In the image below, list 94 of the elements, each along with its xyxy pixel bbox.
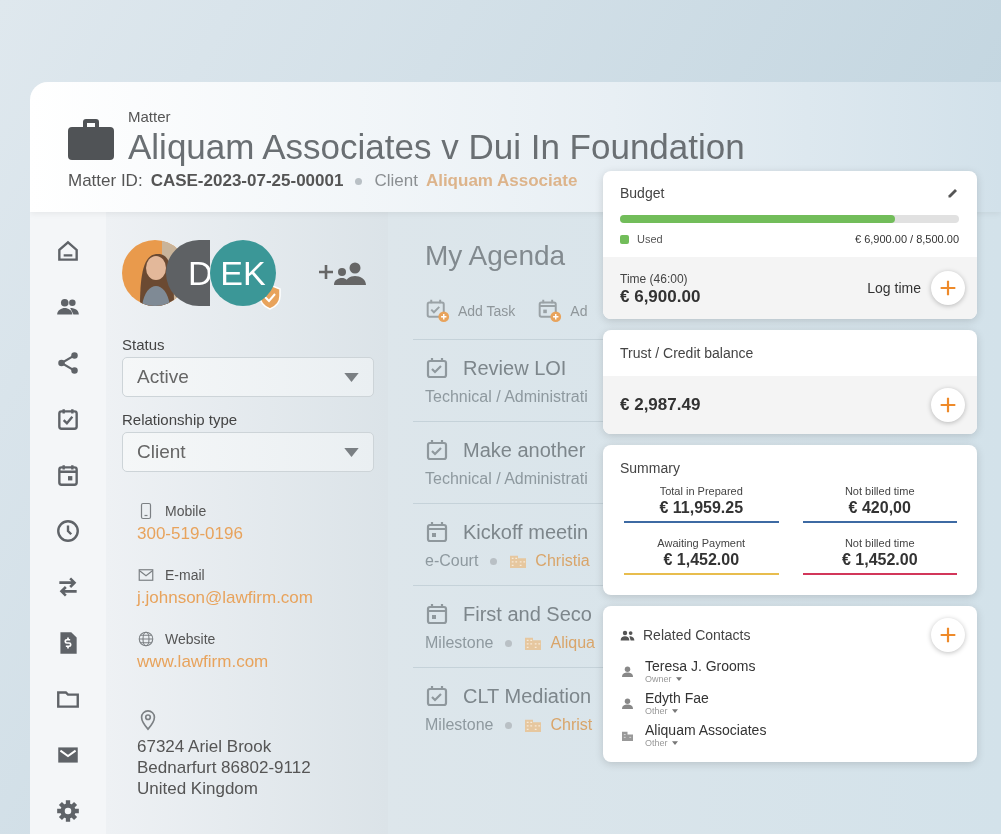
add-event-icon	[537, 298, 563, 323]
dropdown[interactable]: Client	[122, 432, 374, 472]
card-title: Summary	[620, 460, 680, 476]
client-link[interactable]: Aliquam Associate	[425, 171, 578, 191]
separator-dot	[505, 639, 513, 647]
task-icon[interactable]	[55, 406, 81, 432]
caret-icon	[344, 372, 359, 382]
briefcase-icon	[68, 118, 114, 160]
add-button[interactable]	[931, 388, 965, 422]
dropdown[interactable]: Active	[122, 357, 374, 397]
add-contact-icon[interactable]	[319, 260, 367, 286]
matter-id: CASE-2023-07-25-00001	[150, 171, 344, 191]
address-line: 67324 Ariel Brook	[137, 736, 272, 757]
contact-link[interactable]: j.johnson@lawfirm.com	[137, 588, 313, 608]
address-line: United Kingdom	[137, 778, 258, 799]
person-icon	[622, 665, 633, 677]
agenda-category: e-Court	[425, 552, 479, 570]
settings-icon[interactable]	[55, 798, 81, 824]
field-label: Relationship type	[122, 411, 239, 428]
agenda-category: Technical / Administrati	[425, 388, 588, 406]
agenda-item-title[interactable]: CLT Mediation	[463, 684, 592, 708]
time-label: Time (46:00)	[620, 272, 688, 286]
matter-title: Aliquam Associates v Dui In Foundation	[128, 127, 745, 167]
card-title: Related Contacts	[643, 627, 751, 643]
contact-name[interactable]: Teresa J. Grooms	[645, 658, 756, 674]
contact-label: E-mail	[165, 567, 205, 583]
caret-icon	[675, 677, 682, 681]
separator-dot	[490, 557, 498, 565]
contact-label: Website	[165, 631, 216, 647]
role-dropdown[interactable]: Other	[645, 738, 767, 748]
legend-label: Used	[637, 233, 663, 245]
client-label: Client	[374, 171, 418, 191]
building-icon	[524, 717, 543, 733]
log-time-label: Log time	[867, 280, 921, 296]
time-value: € 6,900.00	[620, 287, 701, 307]
globe-icon	[137, 630, 155, 648]
agenda-category: Milestone	[425, 634, 494, 652]
contact-name[interactable]: Edyth Fae	[645, 690, 709, 706]
building-icon	[524, 635, 543, 651]
mail-icon	[137, 566, 155, 584]
add-event-icon	[425, 520, 449, 544]
organization-link[interactable]: Christ	[550, 716, 593, 734]
agenda-item-title[interactable]: Make another	[463, 438, 586, 462]
add-button[interactable]	[931, 271, 965, 305]
summary-stat: Awaiting Payment € 1,452.00	[624, 537, 779, 575]
matter-id-label: Matter ID:	[68, 171, 143, 191]
avatar[interactable]: EK	[210, 240, 276, 306]
summary-stat: Not billed time € 420,00	[802, 485, 957, 523]
person-icon	[622, 697, 633, 709]
legend-swatch	[620, 234, 629, 244]
add-task-icon	[425, 356, 449, 380]
role-dropdown[interactable]: Owner	[645, 674, 756, 684]
caret-icon	[671, 741, 678, 745]
caret-icon	[671, 709, 678, 713]
agenda-item-title[interactable]: Review LOI	[463, 356, 567, 380]
edit-icon[interactable]	[947, 187, 959, 199]
add-task-icon	[425, 684, 449, 708]
add-action-button[interactable]: Add Task	[425, 298, 516, 323]
contact-link[interactable]: 300-519-0196	[137, 524, 243, 544]
home-icon[interactable]	[55, 238, 81, 264]
organization-link[interactable]: Christia	[535, 552, 590, 570]
caret-icon	[344, 447, 359, 457]
agenda-category: Milestone	[425, 716, 494, 734]
organization-link[interactable]: Aliqua	[550, 634, 595, 652]
building-icon	[622, 729, 633, 741]
add-action-button[interactable]: Ad	[537, 298, 588, 323]
agenda-item-title[interactable]: First and Seco	[463, 602, 592, 626]
agenda-category: Technical / Administrati	[425, 470, 588, 488]
add-task-icon	[425, 438, 449, 462]
summary-stat: Total in Prepared € 11,959.25	[624, 485, 779, 523]
contact-name[interactable]: Aliquam Associates	[645, 722, 767, 738]
share-icon[interactable]	[55, 350, 81, 376]
add-button[interactable]	[931, 618, 965, 652]
budget-amount: € 6,900.00 / 8,500.00	[855, 233, 959, 245]
separator-dot	[355, 177, 363, 185]
card-title: Trust / Credit balance	[620, 345, 754, 361]
contacts-icon	[620, 629, 635, 641]
clock-icon[interactable]	[55, 518, 81, 544]
matter-label: Matter	[128, 108, 171, 125]
agenda-item-title[interactable]: Kickoff meetin	[463, 520, 589, 544]
balance-value: € 2,987.49	[620, 395, 701, 415]
add-event-icon	[425, 602, 449, 626]
address-line: Bednarfurt 86802-9112	[137, 757, 311, 778]
add-task-icon	[425, 298, 450, 323]
summary-stat: Not billed time € 1,452.00	[802, 537, 957, 575]
card-title: Budget	[620, 185, 665, 201]
calendar-icon[interactable]	[55, 462, 81, 488]
building-icon	[509, 553, 528, 569]
field-label: Status	[122, 336, 166, 353]
agenda-title: My Agenda	[425, 240, 566, 272]
contact-label: Mobile	[165, 503, 207, 519]
role-dropdown[interactable]: Other	[645, 706, 709, 716]
contact-link[interactable]: www.lawfirm.com	[137, 652, 269, 672]
separator-dot	[505, 721, 513, 729]
